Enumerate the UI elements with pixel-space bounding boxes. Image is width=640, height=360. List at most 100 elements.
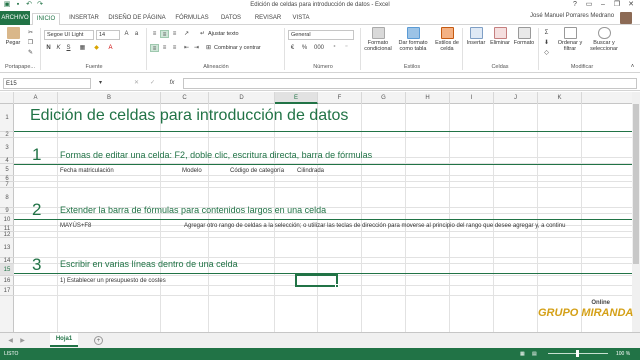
decrease-indent-icon[interactable]: ⇤ [182, 44, 191, 52]
zoom-level[interactable]: 100 % [616, 351, 630, 357]
decrease-decimal-icon[interactable]: ⁻ [342, 44, 351, 52]
section-heading-3[interactable]: Escribir en varias líneas dentro de una … [60, 259, 238, 269]
row-header-15[interactable]: 15 [0, 264, 14, 276]
insert-function-button[interactable]: fx [166, 79, 178, 87]
cell-c10[interactable]: Agregar otro rango de celdas a la selecc… [184, 223, 565, 229]
name-box-dropdown-icon[interactable]: ▾ [96, 79, 105, 87]
row-header-5[interactable]: 5 [0, 164, 14, 176]
cell-e5[interactable]: Cilindrada [297, 168, 324, 174]
column-header-h[interactable]: H [406, 92, 450, 104]
cell-c5[interactable]: Modelo [182, 168, 202, 174]
autosum-icon[interactable]: Σ [542, 29, 551, 37]
fill-icon[interactable]: ⬇ [542, 39, 551, 47]
cut-icon[interactable]: ✂ [26, 29, 35, 37]
column-header-e[interactable]: E [275, 92, 318, 104]
tab-vista[interactable]: VISTA [288, 13, 314, 25]
name-box[interactable]: E15 [3, 78, 91, 89]
active-cell-e15[interactable] [295, 274, 338, 287]
prev-sheet-icon[interactable]: ◀ [6, 337, 15, 345]
cancel-entry-icon[interactable]: ✕ [132, 79, 141, 87]
merge-center-button[interactable]: Combinar y centrar [214, 45, 261, 52]
fill-color-icon[interactable]: ◆ [92, 44, 101, 52]
column-header-a[interactable]: A [14, 92, 58, 104]
tab-formulas[interactable]: FÓRMULAS [172, 13, 212, 25]
wrap-text-button[interactable]: Ajustar texto [208, 31, 239, 38]
tab-archivo[interactable]: ARCHIVO [0, 11, 30, 25]
format-as-table-button[interactable]: Dar formato como tabla [396, 27, 430, 52]
underline-button[interactable]: S [64, 44, 73, 52]
confirm-entry-icon[interactable]: ✓ [148, 79, 157, 87]
format-cells-button[interactable]: Formato [512, 27, 536, 46]
conditional-format-button[interactable]: Formato condicional [362, 27, 394, 52]
view-layout-icon[interactable]: ▤ [532, 351, 537, 357]
format-painter-icon[interactable]: ✎ [26, 49, 35, 57]
grow-font-icon[interactable]: A [122, 30, 131, 38]
italic-button[interactable]: K [54, 44, 63, 52]
row-header-8[interactable]: 8 [0, 188, 14, 208]
paste-button[interactable]: Pegar [3, 27, 23, 46]
cell-b15[interactable]: 1) Establecer un presupuesto de costes [60, 278, 166, 284]
tab-datos[interactable]: DATOS [216, 13, 246, 25]
currency-icon[interactable]: € [288, 44, 297, 52]
ribbon-display-icon[interactable]: ▭ [582, 0, 596, 10]
column-header-i[interactable]: I [450, 92, 494, 104]
shrink-font-icon[interactable]: a [132, 30, 141, 38]
column-header-f[interactable]: F [318, 92, 362, 104]
row-header-10[interactable]: 10 [0, 214, 14, 226]
font-name-select[interactable]: Segoe UI Light [44, 30, 94, 40]
align-bottom-icon[interactable]: ≡ [170, 30, 179, 38]
section-heading-1[interactable]: Formas de editar una celda: F2, doble cl… [60, 150, 372, 160]
fill-handle[interactable] [335, 284, 339, 288]
find-select-button[interactable]: Buscar y seleccionar [586, 27, 622, 52]
clear-icon[interactable]: ◇ [542, 49, 551, 57]
align-center-icon[interactable]: ≡ [160, 44, 169, 52]
sheet-tab-hoja1[interactable]: Hoja1 [50, 333, 78, 347]
column-header-d[interactable]: D [209, 92, 275, 104]
section-number-2[interactable]: 2 [32, 200, 41, 220]
percent-button[interactable]: % [300, 44, 309, 52]
cell-d5[interactable]: Código de categoría [230, 168, 284, 174]
delete-cells-button[interactable]: Eliminar [488, 27, 512, 46]
font-color-icon[interactable]: A [106, 44, 115, 52]
tab-revisar[interactable]: REVISAR [250, 13, 286, 25]
cell-b5[interactable]: Fecha matriculación [60, 168, 114, 174]
align-left-icon[interactable]: ≡ [150, 44, 159, 52]
cell-styles-button[interactable]: Estilos de celda [432, 27, 462, 52]
increase-decimal-icon[interactable]: ⁺ [330, 44, 339, 52]
insert-cells-button[interactable]: Insertar [464, 27, 488, 46]
help-icon[interactable]: ? [568, 0, 582, 10]
section-heading-2[interactable]: Extender la barra de fórmulas para conte… [60, 205, 326, 215]
collapse-ribbon-icon[interactable]: ˄ [628, 63, 637, 71]
minimize-icon[interactable]: – [596, 0, 610, 10]
borders-icon[interactable]: ▦ [78, 44, 87, 52]
next-sheet-icon[interactable]: ▶ [18, 337, 27, 345]
cell-b10[interactable]: MAYÚS+F8 [60, 223, 91, 229]
row-header-13[interactable]: 13 [0, 238, 14, 258]
tab-diseno-pagina[interactable]: DISEÑO DE PÁGINA [106, 13, 168, 25]
add-sheet-icon[interactable]: + [94, 336, 103, 345]
align-top-icon[interactable]: ≡ [150, 30, 159, 38]
increase-indent-icon[interactable]: ⇥ [192, 44, 201, 52]
font-size-select[interactable]: 14 [96, 30, 120, 40]
column-header-j[interactable]: J [494, 92, 538, 104]
close-icon[interactable]: ✕ [624, 0, 638, 10]
wrap-text-icon[interactable]: ↵ [198, 30, 207, 38]
column-header-k[interactable]: K [538, 92, 582, 104]
sort-filter-button[interactable]: Ordenar y filtrar [555, 27, 585, 52]
column-header-b[interactable]: B [58, 92, 161, 104]
select-all-corner[interactable] [0, 92, 14, 104]
cell-grid[interactable]: Edición de celdas para introducción de d… [14, 104, 632, 332]
row-header-1[interactable]: 1 [0, 104, 14, 132]
column-header-g[interactable]: G [362, 92, 406, 104]
vertical-scroll-thumb[interactable] [633, 104, 639, 264]
tab-insertar[interactable]: INSERTAR [64, 13, 104, 25]
view-normal-icon[interactable]: ▦ [520, 351, 525, 357]
row-header-17[interactable]: 17 [0, 286, 14, 296]
copy-icon[interactable]: ❐ [26, 39, 35, 47]
merge-icon[interactable]: ⊞ [204, 44, 213, 52]
section-number-3[interactable]: 3 [32, 255, 41, 275]
orientation-icon[interactable]: ↗ [182, 30, 191, 38]
bold-button[interactable]: N [44, 44, 53, 52]
formula-input[interactable] [183, 78, 637, 89]
thousands-button[interactable]: 000 [312, 44, 326, 52]
